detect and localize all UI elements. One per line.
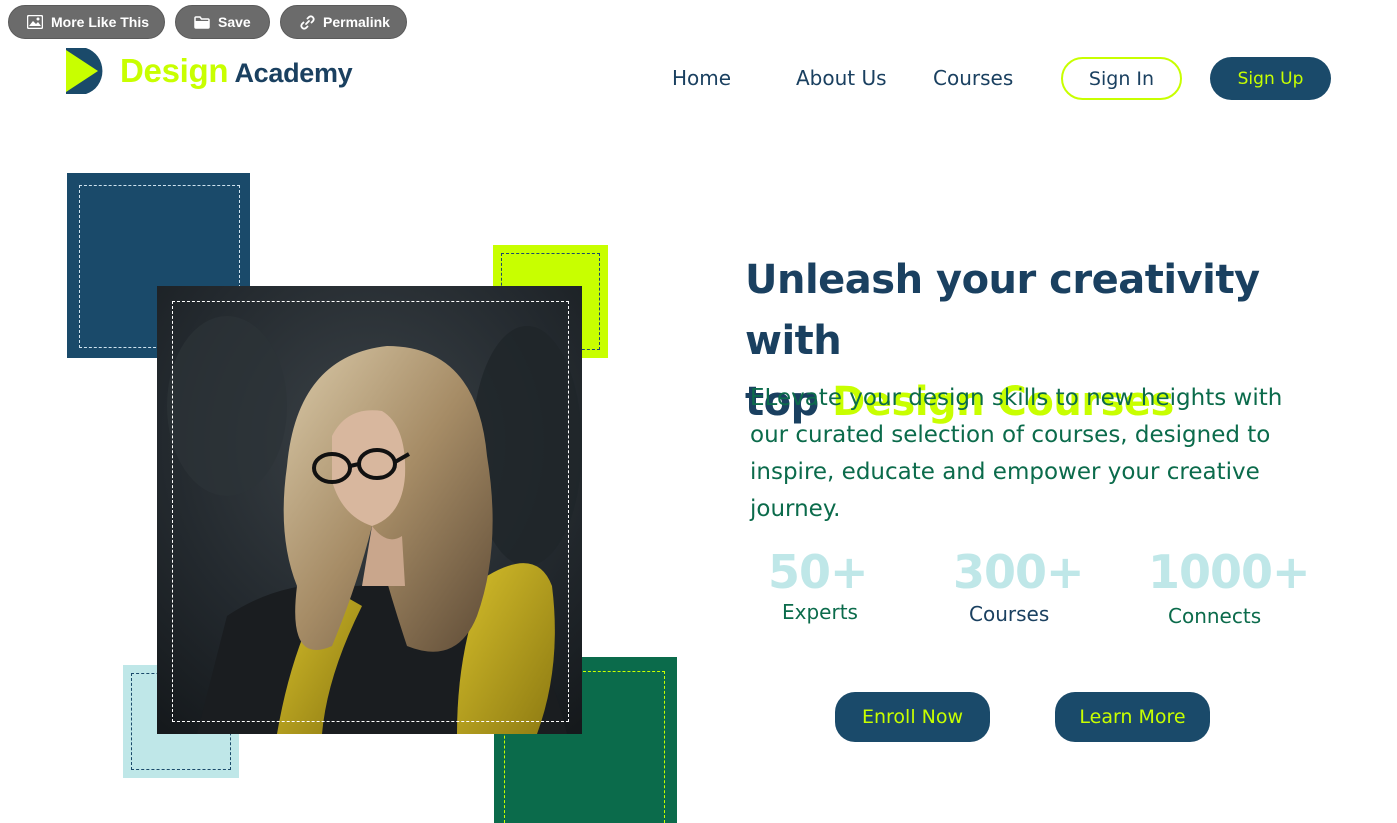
learn-more-button[interactable]: Learn More [1055,692,1210,742]
play-logo-icon [64,46,110,96]
hero-subtext: ELevate your design skills to new height… [750,385,1283,522]
folder-icon [194,15,210,29]
site-logo[interactable]: Design Academy [64,46,353,96]
image-icon [27,15,43,29]
nav-home-link[interactable]: Home [672,66,731,90]
logo-academy-text: Academy [234,58,353,88]
stat-experts-label: Experts [782,600,858,624]
more-like-this-button[interactable]: More Like This [8,5,165,39]
stat-courses-label: Courses [969,602,1050,626]
link-icon [299,14,315,30]
stat-courses-value: 300+ [953,545,1085,599]
sign-up-button[interactable]: Sign Up [1210,57,1331,100]
headline-line1: Unleash your creativity with [745,257,1260,364]
enroll-now-button[interactable]: Enroll Now [835,692,990,742]
stat-connects-label: Connects [1168,604,1262,628]
stat-connects-value: 1000+ [1148,545,1311,599]
logo-wordmark: Design Academy [120,52,353,90]
permalink-label: Permalink [323,14,390,30]
save-label: Save [218,14,251,30]
logo-design-text: Design [120,52,229,89]
hero-photo [157,286,582,734]
permalink-button[interactable]: Permalink [280,5,407,39]
sign-in-button[interactable]: Sign In [1061,57,1182,100]
save-button[interactable]: Save [175,5,270,39]
nav-courses-link[interactable]: Courses [933,66,1013,90]
more-like-this-label: More Like This [51,14,150,30]
nav-about-link[interactable]: About Us [796,66,887,90]
stat-experts-value: 50+ [768,545,869,599]
